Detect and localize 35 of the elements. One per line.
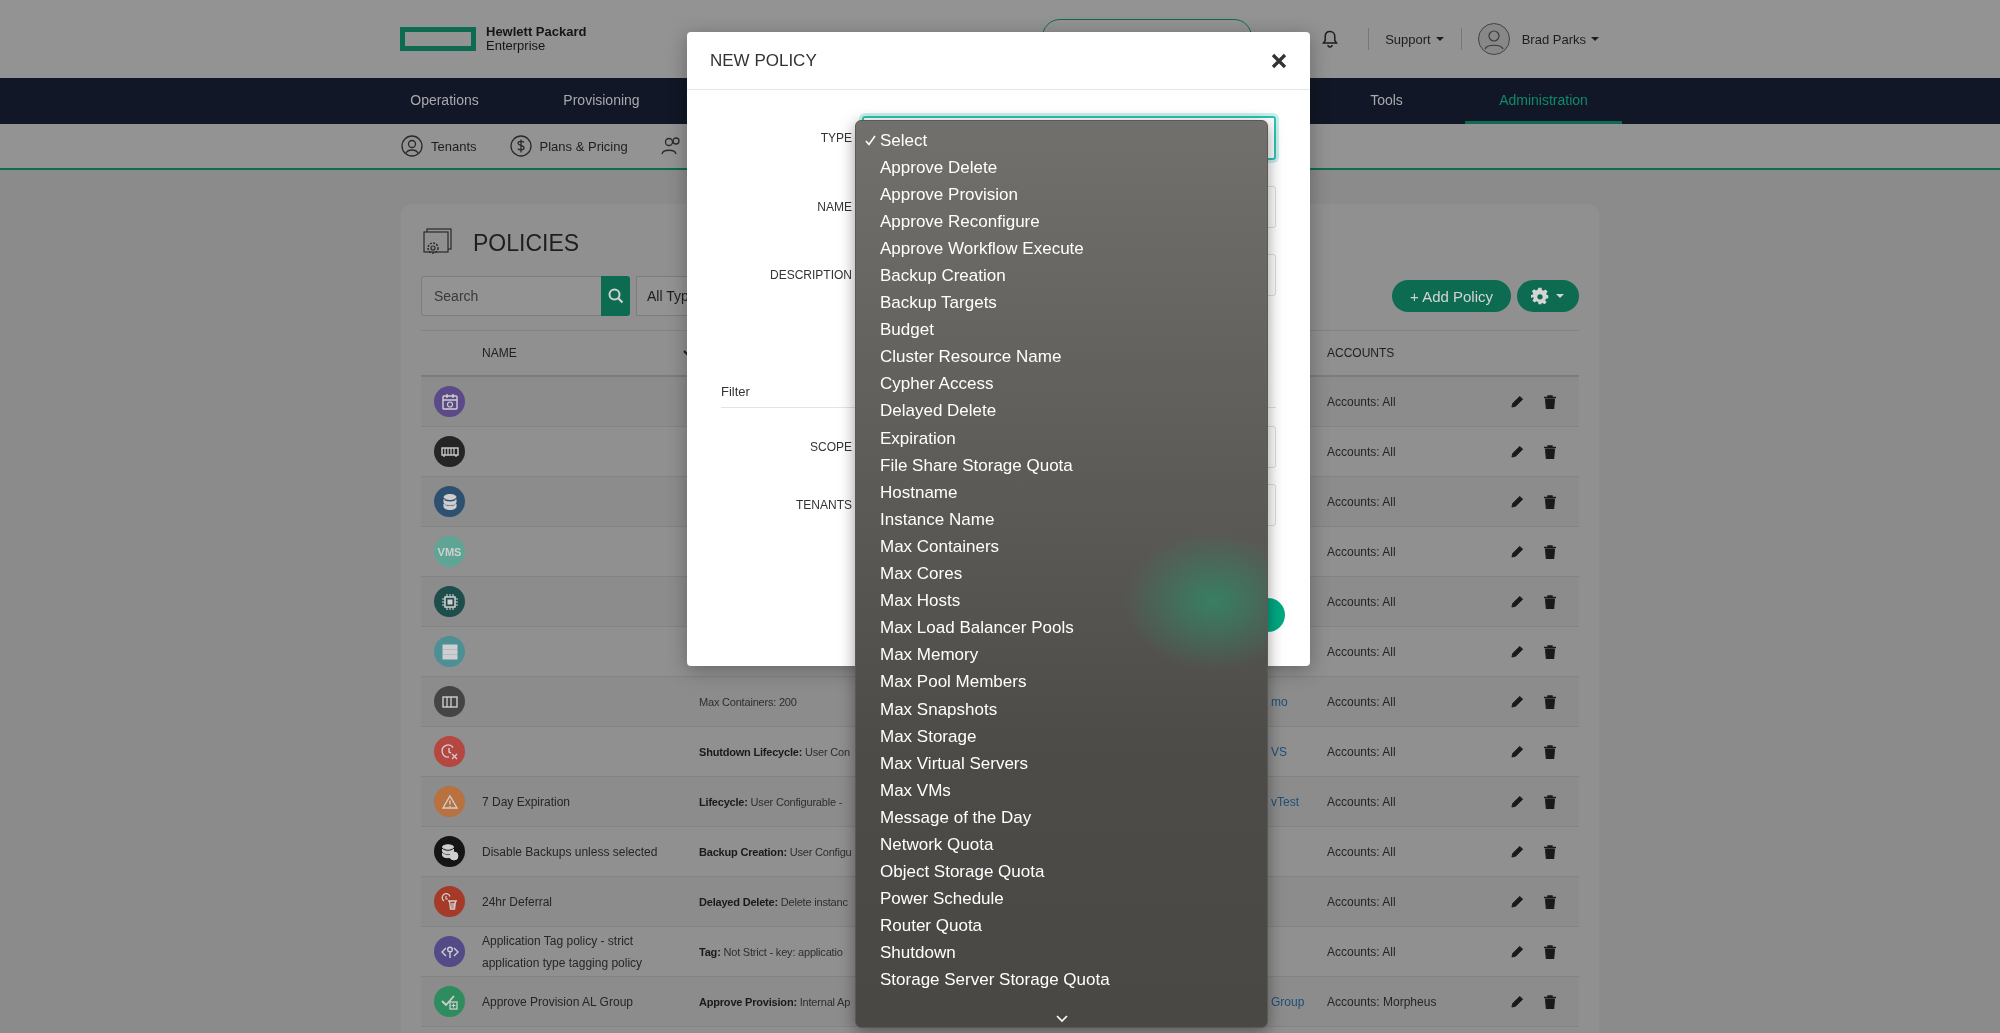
policy-description: Delayed Delete: Delete instanc xyxy=(699,895,848,908)
field-label: SCOPE xyxy=(809,440,853,454)
policy-name: Application Tag policy - strict application type tagging policy xyxy=(482,932,644,972)
field-label: TENANTS xyxy=(795,498,853,512)
accounts-text: Accounts: All xyxy=(1327,694,1396,709)
field-label: TYPE xyxy=(819,131,853,145)
accounts-text: Accounts: All xyxy=(1327,644,1396,659)
accounts-text: Accounts: All xyxy=(1327,944,1396,959)
accounts-text: Accounts: All xyxy=(1327,594,1396,609)
policy-description: Tag: Not Strict - key: applicatio xyxy=(699,945,843,958)
policy-name: 7 Day Expiration xyxy=(482,793,572,811)
accounts-text: Accounts: Morpheus xyxy=(1327,994,1437,1009)
accounts-text: Accounts: All xyxy=(1327,894,1396,909)
logo-text: Hewlett Packard xyxy=(486,25,587,39)
field-label: DESCRIPTION xyxy=(769,268,853,282)
page-title: POLICIES xyxy=(473,229,580,257)
policy-name: Approve Provision AL Group xyxy=(482,993,634,1011)
dialog-title: NEW POLICY xyxy=(710,50,818,71)
accounts-text: Accounts: All xyxy=(1327,444,1396,459)
policy-description: Shutdown Lifecycle: User Con xyxy=(699,745,850,758)
accounts-text: Accounts: All xyxy=(1327,794,1396,809)
policy-description: Backup Creation: User Configu xyxy=(699,845,852,858)
logo-text: Enterprise xyxy=(486,39,547,53)
field-label: NAME xyxy=(816,200,853,214)
policy-description: Approve Provision: Internal Ap xyxy=(699,995,851,1008)
accounts-text: Accounts: All xyxy=(1327,394,1396,409)
accounts-text: Accounts: All xyxy=(1327,844,1396,859)
accounts-text: Accounts: All xyxy=(1327,544,1396,559)
accounts-text: Accounts: All xyxy=(1327,744,1396,759)
policy-name: 24hr Deferral xyxy=(482,893,554,911)
policy-description: Max Containers: 200 xyxy=(699,695,797,708)
type-badge: VMS xyxy=(434,536,465,567)
accounts-text: Accounts: All xyxy=(1327,494,1396,509)
policy-name: Disable Backups unless selected xyxy=(482,843,659,861)
policy-description: Lifecycle: User Configurable - xyxy=(699,795,843,808)
